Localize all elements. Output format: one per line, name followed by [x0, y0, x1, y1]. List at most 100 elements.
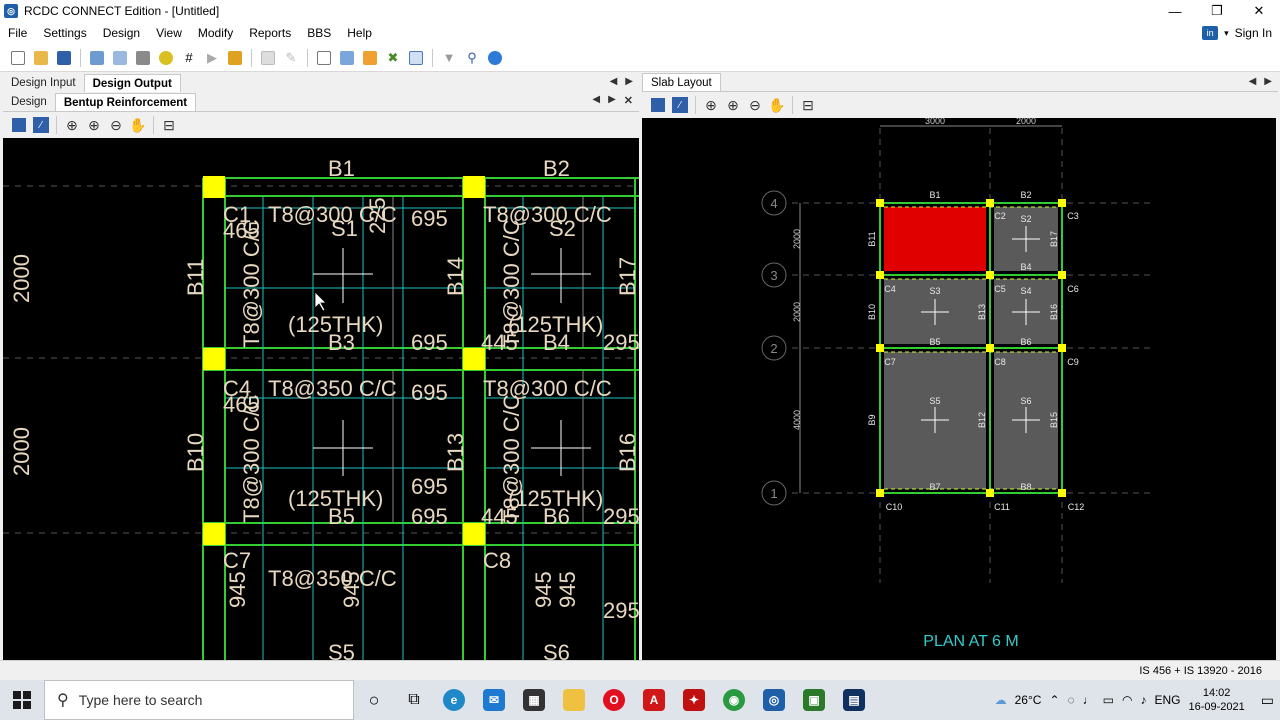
menu-settings[interactable]: Settings — [35, 22, 94, 44]
taskbar-search[interactable]: ⚲ Type here to search — [44, 680, 354, 720]
menu-view[interactable]: View — [148, 22, 190, 44]
subtab-bentup-reinforcement[interactable]: Bentup Reinforcement — [54, 93, 197, 111]
column-marker — [986, 271, 994, 279]
filter-icon[interactable]: ▼ — [439, 48, 459, 68]
save-icon[interactable] — [648, 95, 668, 115]
scroll-right-icon[interactable]: ▶ — [625, 76, 633, 87]
printer-icon[interactable] — [133, 48, 153, 68]
play-icon[interactable]: ▶ — [202, 48, 222, 68]
volume-icon[interactable]: ♪ — [1140, 693, 1146, 707]
clock[interactable]: 14:02 16-09-2021 — [1188, 686, 1244, 714]
window-icon[interactable] — [406, 48, 426, 68]
layers-icon[interactable] — [360, 48, 380, 68]
scroll-left-icon[interactable]: ◀ — [610, 76, 618, 87]
menu-reports[interactable]: Reports — [241, 22, 299, 44]
tab-slab-layout[interactable]: Slab Layout — [642, 73, 721, 91]
edge-icon[interactable]: e — [434, 680, 474, 720]
grid-icon[interactable]: # — [179, 48, 199, 68]
sign-in-area[interactable]: in ▾ Sign In — [1202, 26, 1272, 40]
beam-label-b14: B14 — [443, 257, 468, 296]
slab-s1-selected[interactable] — [884, 207, 986, 271]
windows-start-icon[interactable] — [0, 680, 44, 720]
mail-icon[interactable]: ✉ — [474, 680, 514, 720]
scroll-right-icon[interactable]: ▶ — [608, 94, 616, 107]
copy-icon[interactable] — [337, 48, 357, 68]
save-icon[interactable] — [54, 48, 74, 68]
column-label: C12 — [1068, 502, 1085, 512]
grid-disabled-icon[interactable] — [258, 48, 278, 68]
slab-label: S4 — [1020, 286, 1031, 296]
slab-layout-canvas[interactable]: 4 3 2 1 3000 2000 2000 2000 4000 B1 B2 B… — [642, 118, 1276, 660]
menu-help[interactable]: Help — [339, 22, 380, 44]
tab-design-input[interactable]: Design Input — [3, 74, 84, 92]
microphone-icon[interactable]: ♩ — [1083, 693, 1095, 707]
bar-spec-vertical: T8@300 C/C — [239, 394, 264, 523]
pan-icon[interactable]: ✋ — [128, 115, 148, 135]
column-label: C2 — [994, 211, 1006, 221]
zoom-out-icon[interactable]: ⊖ — [106, 115, 126, 135]
close-button[interactable]: ✕ — [1238, 0, 1280, 22]
subtab-design[interactable]: Design — [3, 93, 55, 111]
battery-icon[interactable]: ▭ — [1103, 693, 1114, 707]
bar-spec-vertical: T8@300 C/C — [239, 219, 264, 348]
tools-icon[interactable]: ✖ — [383, 48, 403, 68]
zoom-out-icon[interactable]: ⊖ — [745, 95, 765, 115]
menu-bar: File Settings Design View Modify Reports… — [0, 22, 1280, 44]
opera-icon[interactable]: O — [594, 680, 634, 720]
table-icon[interactable] — [110, 48, 130, 68]
magnifier-icon[interactable]: ⚲ — [462, 48, 482, 68]
cortana-icon[interactable]: ○ — [354, 680, 394, 720]
weather-icon[interactable]: ☁ — [995, 693, 1007, 707]
zoom-window-icon[interactable]: ⊕ — [62, 115, 82, 135]
chrome-icon[interactable]: ◉ — [714, 680, 754, 720]
beam-label-b6: B6 — [543, 504, 570, 529]
file-explorer-icon[interactable] — [554, 680, 594, 720]
terminal-app-icon[interactable]: ▤ — [834, 680, 874, 720]
zoom-in-icon[interactable]: ⊕ — [84, 115, 104, 135]
wifi-icon[interactable]: ◠ — [1122, 693, 1132, 707]
help-icon[interactable] — [485, 48, 505, 68]
new-file-icon[interactable] — [8, 48, 28, 68]
open-folder-icon[interactable] — [31, 48, 51, 68]
column-marker — [876, 489, 884, 497]
reinforcement-canvas[interactable]: B1 B2 C1 T8@300 C/C T8@300 C/C 695 S1 S2… — [3, 138, 639, 660]
rcdc-app-icon[interactable]: ◎ — [754, 680, 794, 720]
row-span-label: 4000 — [792, 410, 802, 430]
restore-button[interactable]: ❐ — [1196, 0, 1238, 22]
scroll-left-icon[interactable]: ◀ — [592, 94, 600, 107]
export-icon[interactable]: ⁄ — [670, 95, 690, 115]
menu-design[interactable]: Design — [95, 22, 148, 44]
scroll-left-icon[interactable]: ◀ — [1249, 76, 1257, 87]
sign-in-link[interactable]: Sign In — [1235, 26, 1272, 40]
pan-icon[interactable]: ✋ — [767, 95, 787, 115]
staad-app-icon[interactable]: ▣ — [794, 680, 834, 720]
menu-modify[interactable]: Modify — [190, 22, 241, 44]
import-icon[interactable] — [87, 48, 107, 68]
notifications-icon[interactable]: ▭ — [1261, 692, 1274, 709]
export-icon[interactable]: ⁄ — [31, 115, 51, 135]
beam-label: B2 — [1020, 190, 1031, 200]
acrobat-icon[interactable]: A — [634, 680, 674, 720]
menu-file[interactable]: File — [0, 22, 35, 44]
language-indicator[interactable]: ENG — [1154, 693, 1180, 707]
weather-temp[interactable]: 26°C — [1015, 693, 1042, 707]
edit-disabled-icon[interactable]: ✎ — [281, 48, 301, 68]
measure-icon[interactable]: ⊟ — [159, 115, 179, 135]
palette-icon[interactable] — [156, 48, 176, 68]
zoom-window-icon[interactable]: ⊕ — [701, 95, 721, 115]
clipboard-icon[interactable] — [314, 48, 334, 68]
lock-icon[interactable] — [225, 48, 245, 68]
scroll-right-icon[interactable]: ▶ — [1264, 76, 1272, 87]
measure-icon[interactable]: ⊟ — [798, 95, 818, 115]
close-tab-icon[interactable]: ✕ — [624, 94, 633, 107]
store-icon[interactable]: ▦ — [514, 680, 554, 720]
pdf-icon[interactable]: ✦ — [674, 680, 714, 720]
tab-design-output[interactable]: Design Output — [83, 74, 181, 92]
minimize-button[interactable]: — — [1154, 0, 1196, 22]
task-view-icon[interactable]: ⧉ — [394, 680, 434, 720]
network-icon[interactable]: ◌ — [1068, 693, 1075, 707]
save-icon[interactable] — [9, 115, 29, 135]
zoom-in-icon[interactable]: ⊕ — [723, 95, 743, 115]
chevron-up-icon[interactable]: ⌃ — [1049, 693, 1059, 707]
menu-bbs[interactable]: BBS — [299, 22, 339, 44]
